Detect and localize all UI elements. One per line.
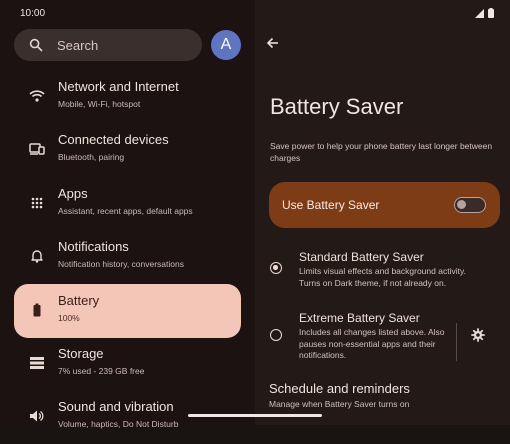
search-icon xyxy=(29,38,43,52)
sidebar-item-subtitle: Mobile, Wi-Fi, hotspot xyxy=(58,99,141,109)
status-time: 10:00 xyxy=(20,8,46,19)
gear-icon[interactable] xyxy=(471,328,485,342)
sidebar-item-subtitle: 7% used - 239 GB free xyxy=(58,366,145,376)
sidebar-item-subtitle: Bluetooth, pairing xyxy=(58,152,125,162)
sidebar-item-subtitle: Volume, haptics, Do Not Disturb xyxy=(58,419,179,429)
battery-icon xyxy=(29,302,45,318)
option-title: Extreme Battery Saver xyxy=(299,311,420,325)
sidebar-item-connected-devices[interactable]: Connected devices Bluetooth, pairing xyxy=(14,123,241,177)
sidebar-item-sound[interactable]: Sound and vibration Volume, haptics, Do … xyxy=(14,390,241,444)
status-icons xyxy=(475,8,494,18)
bell-icon xyxy=(29,248,45,264)
storage-icon xyxy=(29,355,45,371)
use-battery-saver-toggle-row[interactable]: Use Battery Saver xyxy=(269,182,500,228)
sidebar-item-title: Sound and vibration xyxy=(58,399,174,414)
sidebar-item-storage[interactable]: Storage 7% used - 239 GB free xyxy=(14,337,241,391)
sidebar-item-title: Network and Internet xyxy=(58,79,179,94)
option-subtitle: Limits visual effects and background act… xyxy=(299,266,466,288)
battery-saver-switch[interactable] xyxy=(454,197,486,213)
sidebar-item-title: Connected devices xyxy=(58,132,169,147)
sidebar-item-subtitle: Assistant, recent apps, default apps xyxy=(58,206,193,216)
back-arrow-icon[interactable] xyxy=(265,35,281,51)
toggle-label: Use Battery Saver xyxy=(282,198,380,212)
page-description: Save power to help your phone battery la… xyxy=(270,141,493,163)
sidebar-item-subtitle: Notification history, conversations xyxy=(58,259,184,269)
sidebar-item-subtitle: 100% xyxy=(58,313,80,323)
divider xyxy=(456,323,457,361)
avatar[interactable]: A xyxy=(211,30,241,60)
navigation-handle[interactable] xyxy=(188,414,322,417)
volume-icon xyxy=(29,408,45,424)
apps-grid-icon xyxy=(29,195,45,211)
sidebar-item-title: Notifications xyxy=(58,239,129,254)
sidebar-item-title: Battery xyxy=(58,293,100,308)
sidebar-item-network[interactable]: Network and Internet Mobile, Wi-Fi, hots… xyxy=(14,70,241,124)
schedule-title[interactable]: Schedule and reminders xyxy=(269,381,410,396)
search-placeholder: Search xyxy=(57,37,99,53)
sidebar-item-notifications[interactable]: Notifications Notification history, conv… xyxy=(14,230,241,284)
sidebar-item-battery[interactable]: Battery 100% xyxy=(14,284,241,338)
devices-icon xyxy=(29,141,45,157)
option-subtitle: Includes all changes listed above. Also … xyxy=(299,327,445,360)
switch-knob xyxy=(457,200,466,209)
option-extreme-battery-saver[interactable]: Extreme Battery Saver Includes all chang… xyxy=(269,310,500,362)
sidebar-item-apps[interactable]: Apps Assistant, recent apps, default app… xyxy=(14,177,241,231)
sidebar-item-title: Storage xyxy=(58,346,104,361)
page-title: Battery Saver xyxy=(270,94,404,119)
option-title: Standard Battery Saver xyxy=(299,250,424,264)
option-standard-battery-saver[interactable]: Standard Battery Saver Limits visual eff… xyxy=(269,249,500,293)
schedule-subtitle: Manage when Battery Saver turns on xyxy=(269,399,410,409)
battery-status-icon xyxy=(488,8,494,18)
wifi-icon xyxy=(29,88,45,104)
signal-icon xyxy=(475,8,484,18)
search-bar[interactable]: Search xyxy=(14,29,202,61)
radio-button-standard[interactable] xyxy=(270,262,282,274)
status-bar: 10:00 xyxy=(0,0,510,26)
radio-button-extreme[interactable] xyxy=(270,329,282,341)
sidebar-item-title: Apps xyxy=(58,186,88,201)
